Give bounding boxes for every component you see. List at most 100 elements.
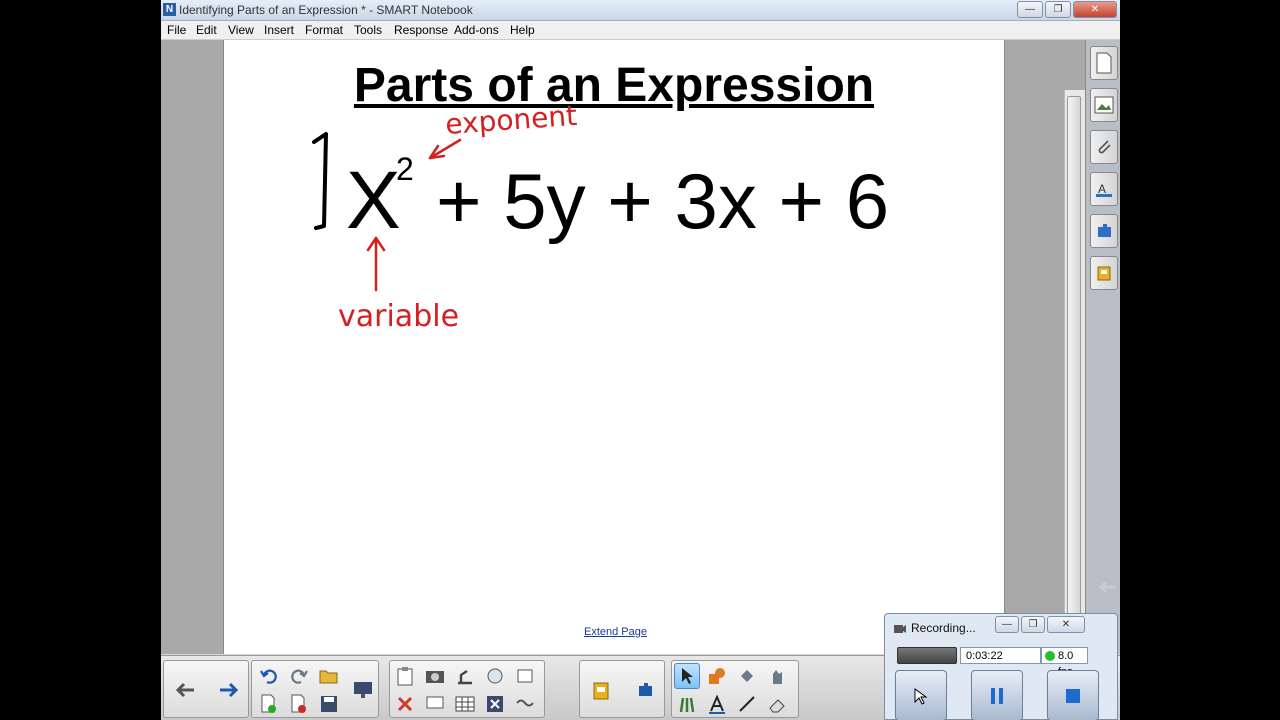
stop-icon — [1066, 688, 1080, 703]
recorder-title: Recording... — [911, 621, 976, 635]
save-button[interactable] — [316, 691, 342, 717]
fill-button[interactable] — [734, 663, 760, 689]
sidebar-tools-group — [579, 660, 665, 718]
smart-response-tab[interactable] — [1090, 256, 1118, 290]
insert-group — [389, 660, 545, 718]
cursor-icon — [914, 687, 928, 705]
stop-button[interactable] — [1047, 670, 1099, 720]
undo-button[interactable] — [256, 663, 282, 689]
gradient-button[interactable] — [512, 691, 538, 717]
puzzle-icon — [639, 683, 652, 696]
workspace: Parts of an Expression X 2 + 5y + 3x + 6… — [161, 40, 1085, 656]
delete-button[interactable] — [392, 691, 418, 717]
extend-page-link[interactable]: Extend Page — [584, 626, 647, 638]
menu-tools[interactable]: Tools — [354, 23, 382, 37]
eraser-button[interactable] — [764, 691, 790, 717]
document-camera-button[interactable] — [452, 663, 478, 689]
recorder-minimize-button[interactable]: — — [995, 616, 1019, 633]
exponent-two-glyph: 2 — [396, 151, 414, 187]
add-page-button[interactable] — [256, 691, 282, 717]
gallery-tab[interactable] — [1090, 88, 1118, 122]
x-box-icon — [487, 696, 503, 712]
shapes-icon — [709, 668, 725, 684]
redo-icon — [291, 669, 308, 684]
add-ons-tab[interactable] — [1090, 214, 1118, 248]
exponent-ink-label: exponent — [444, 99, 578, 141]
line-button[interactable] — [734, 691, 760, 717]
attachments-tab[interactable] — [1090, 130, 1118, 164]
response-button[interactable] — [588, 677, 614, 703]
open-file-button[interactable] — [316, 663, 342, 689]
handwriting-layer[interactable]: X 2 + 5y + 3x + 6 exponent variable — [224, 40, 1004, 654]
text-icon — [709, 694, 725, 714]
maximize-button[interactable]: ❐ — [1045, 1, 1071, 18]
pause-icon — [991, 687, 1003, 704]
insert-media-button[interactable] — [482, 663, 508, 689]
camera-icon — [426, 671, 444, 683]
previous-page-button[interactable] — [172, 677, 198, 703]
menu-insert[interactable]: Insert — [264, 23, 294, 37]
dual-page-button[interactable] — [422, 691, 448, 717]
insert-table-button[interactable] — [452, 691, 478, 717]
menu-response[interactable]: Response — [394, 23, 448, 37]
menu-view[interactable]: View — [228, 23, 254, 37]
eraser-icon — [769, 699, 785, 713]
select-icon — [682, 668, 693, 684]
undo-icon — [260, 669, 277, 684]
magic-pen-button[interactable] — [764, 663, 790, 689]
drawing-tools-group — [671, 660, 799, 718]
page-nav-group — [163, 660, 249, 718]
clipboard-icon — [397, 667, 413, 686]
recorder-restore-button[interactable]: ❐ — [1021, 616, 1045, 633]
vertical-scrollbar[interactable] — [1064, 90, 1085, 656]
menu-add-ons[interactable]: Add-ons — [454, 23, 499, 37]
recorder-source-dropdown[interactable] — [897, 647, 957, 664]
wave-icon — [516, 699, 534, 707]
properties-tab[interactable]: A — [1090, 172, 1118, 206]
delete-page-button[interactable] — [286, 691, 312, 717]
window-title: Identifying Parts of an Expression * - S… — [179, 3, 473, 17]
close-toolbar-button[interactable] — [482, 691, 508, 717]
save-icon — [321, 696, 337, 712]
record-button[interactable] — [895, 670, 947, 720]
menu-help[interactable]: Help — [510, 23, 535, 37]
select-button[interactable] — [674, 663, 700, 689]
recorder-close-button[interactable]: ✕ — [1047, 616, 1085, 633]
notebook-page[interactable]: Parts of an Expression X 2 + 5y + 3x + 6… — [223, 40, 1005, 654]
redo-button[interactable] — [286, 663, 312, 689]
next-page-button[interactable] — [216, 677, 242, 703]
screen-shade-button[interactable] — [350, 677, 376, 703]
hand-icon — [773, 670, 782, 684]
edit-group — [251, 660, 379, 718]
coefficient-one-stroke — [312, 132, 328, 230]
text-button[interactable] — [704, 691, 730, 717]
notebook-icon: N — [163, 3, 176, 16]
close-button[interactable]: ✕ — [1073, 1, 1117, 18]
scrollbar-thumb[interactable] — [1067, 96, 1081, 656]
page-sorter-tab[interactable] — [1090, 46, 1118, 80]
variable-ink-label: variable — [338, 299, 459, 334]
title-bar: N Identifying Parts of an Expression * -… — [161, 0, 1120, 21]
recording-time: 0:03:22 — [960, 647, 1041, 664]
document-camera-icon — [458, 670, 472, 685]
delete-icon — [397, 696, 413, 712]
smart-notebook-window: N Identifying Parts of an Expression * -… — [161, 0, 1120, 720]
minimize-button[interactable]: — — [1017, 1, 1043, 18]
screen-capture-button[interactable] — [422, 663, 448, 689]
smart-response-icon — [1097, 266, 1111, 281]
view-fullscreen-button[interactable] — [512, 663, 538, 689]
shapes-button[interactable] — [704, 663, 730, 689]
variable-x-glyph: X — [346, 155, 401, 246]
pens-button[interactable] — [674, 691, 700, 717]
pause-button[interactable] — [971, 670, 1023, 720]
menu-file[interactable]: File — [167, 23, 186, 37]
previous-arrow-icon[interactable] — [1098, 580, 1118, 599]
add-ons-button[interactable] — [632, 677, 658, 703]
menu-edit[interactable]: Edit — [196, 23, 217, 37]
recorder-window: Recording... — ❐ ✕ 0:03:22 8.0 fps — [884, 613, 1118, 720]
page-sorter-icon — [1096, 52, 1112, 74]
svg-text:A: A — [1098, 182, 1106, 196]
menu-format[interactable]: Format — [305, 23, 343, 37]
fill-icon — [741, 670, 753, 682]
paste-button[interactable] — [392, 663, 418, 689]
